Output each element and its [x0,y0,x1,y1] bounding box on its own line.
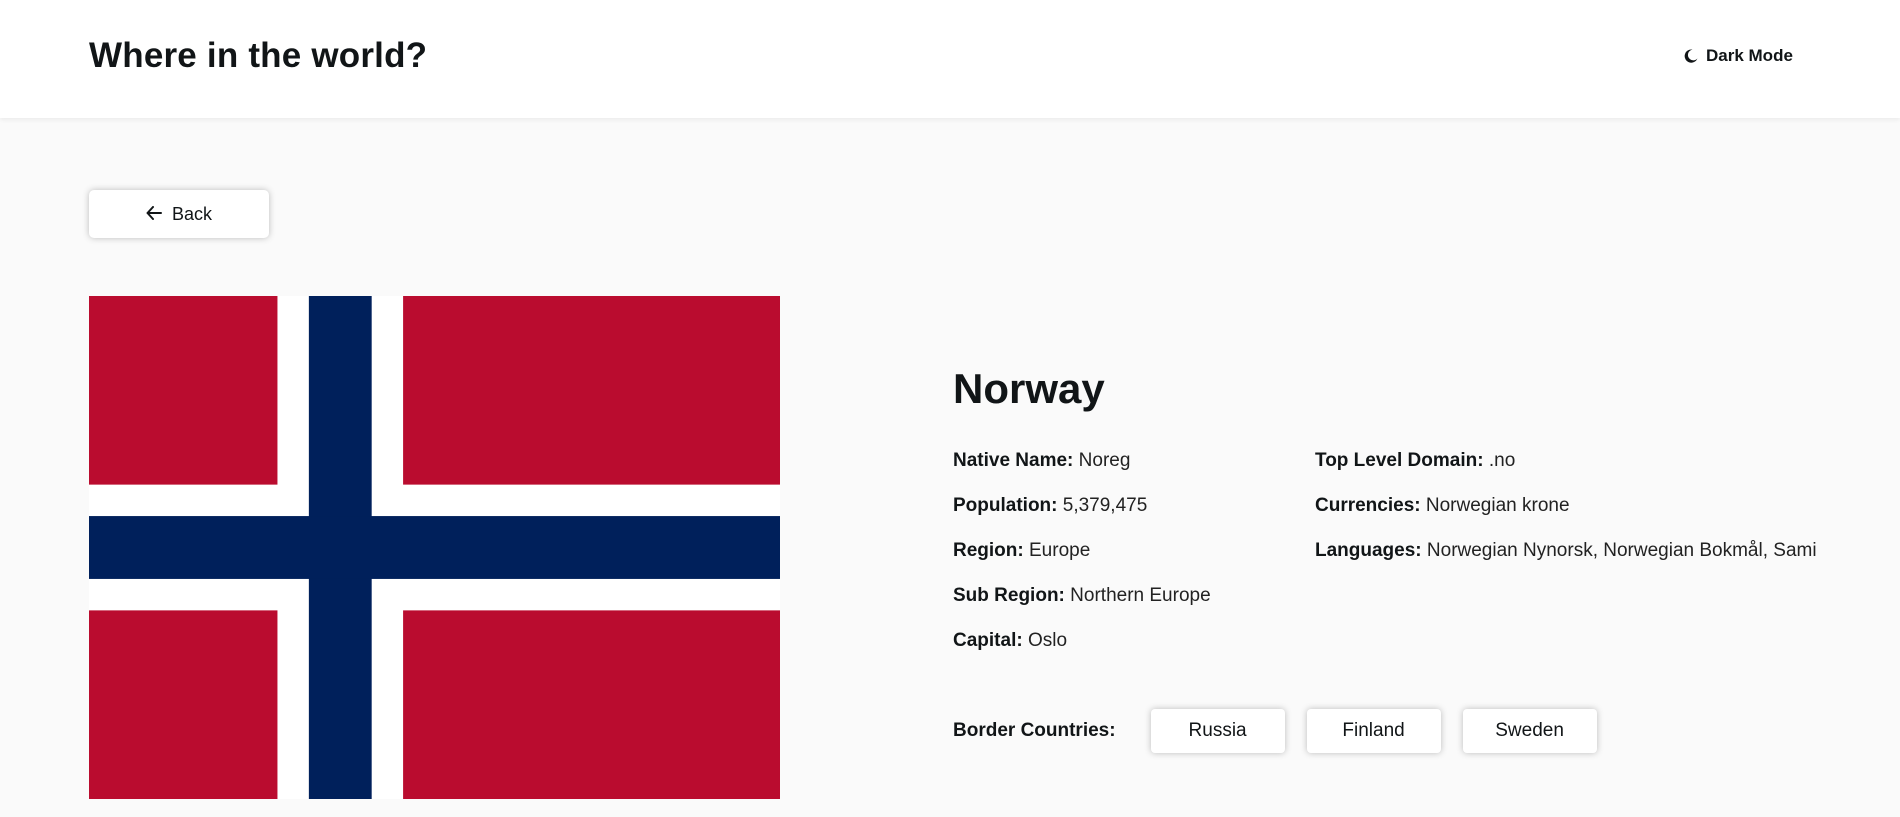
info-label: Currencies: [1315,495,1421,516]
border-country-button[interactable]: Russia [1150,709,1285,753]
info-label: Top Level Domain: [1315,450,1484,471]
moon-icon [1684,49,1698,63]
info-value: Northern Europe [1070,585,1211,606]
info-value: 5,379,475 [1062,495,1148,516]
arrow-left-icon [146,204,162,225]
info-value: Noreg [1078,450,1131,471]
info-row: Region: Europe [953,538,1211,583]
country-name: Norway [953,365,1105,412]
info-label: Region: [953,540,1024,561]
info-row: Native Name: Noreg [953,448,1211,493]
country-flag [89,296,780,799]
country-details: Norway Native Name: Noreg Population: 5,3… [953,360,1853,753]
info-value: Norwegian Nynorsk, Norwegian Bokmål, Sam… [1426,540,1817,561]
border-countries: Border Countries: Russia Finland Sweden [953,709,1619,753]
info-label: Sub Region: [953,585,1065,606]
info-row: Population: 5,379,475 [953,493,1211,538]
info-row: Currencies: Norwegian krone [1315,493,1817,538]
dark-mode-toggle[interactable]: Dark Mode [1684,46,1793,66]
info-label: Languages: [1315,540,1422,561]
app-title: Where in the world? [89,36,428,75]
info-label: Capital: [953,630,1023,651]
info-value: .no [1488,450,1516,471]
back-label: Back [171,203,213,224]
info-row: Top Level Domain: .no [1315,448,1817,493]
info-label: Native Name: [953,450,1074,471]
dark-mode-label: Dark Mode [1706,46,1793,65]
secondary-info-list: Top Level Domain: .no Currencies: Norwegi… [1315,448,1817,583]
back-button[interactable]: Back [89,190,269,238]
info-label: Population: [953,495,1058,516]
info-row: Sub Region: Northern Europe [953,583,1211,628]
info-row: Capital: Oslo [953,628,1211,673]
border-country-button[interactable]: Finland [1306,709,1441,753]
info-value: Oslo [1027,630,1068,651]
app-header: Where in the world? Dark Mode [0,0,1900,118]
border-country-button[interactable]: Sweden [1462,709,1597,753]
info-value: Norwegian krone [1425,495,1570,516]
info-value: Europe [1029,540,1091,561]
info-row: Languages: Norwegian Nynorsk, Norwegian … [1315,538,1817,583]
border-countries-label: Border Countries: [953,720,1116,741]
primary-info-list: Native Name: Noreg Population: 5,379,475 R… [953,448,1211,673]
